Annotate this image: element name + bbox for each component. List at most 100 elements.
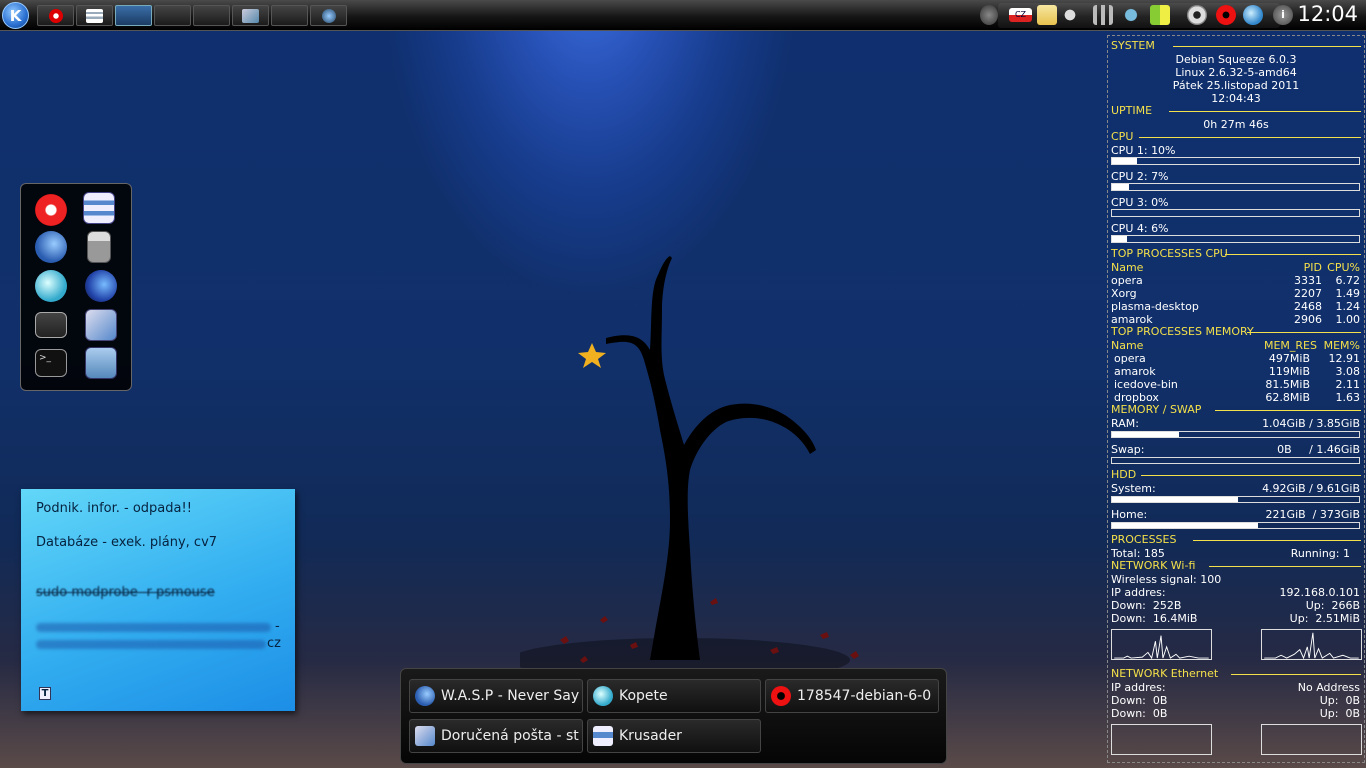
kopete-icon xyxy=(593,686,613,706)
label: IP addres: xyxy=(1111,681,1166,694)
bar-fill xyxy=(1112,523,1258,528)
section-title: CPU xyxy=(1111,130,1134,143)
task-label: W.A.S.P - Never Say xyxy=(441,688,580,704)
file-manager-icon[interactable] xyxy=(85,347,117,379)
divider xyxy=(1225,254,1361,255)
text-format-icon[interactable]: T xyxy=(39,687,51,700)
cpu-2-bar xyxy=(1111,183,1360,191)
amarok-wolf-icon[interactable] xyxy=(35,231,67,263)
tray-arrow-icon[interactable] xyxy=(980,5,998,25)
up-rate: Up: 266B xyxy=(1305,599,1360,612)
divider xyxy=(1215,410,1361,411)
calculator-icon[interactable] xyxy=(87,231,111,263)
icedove-mail-icon[interactable] xyxy=(85,309,117,341)
amarok-icon[interactable] xyxy=(1187,5,1207,25)
section-ethernet: NETWORK Ethernet xyxy=(1111,668,1361,680)
launcher-opera-button[interactable] xyxy=(37,5,74,26)
proc-mem: 119MiB xyxy=(1268,365,1310,378)
konqueror-globe-icon[interactable] xyxy=(85,270,117,302)
proc-name: Xorg xyxy=(1111,287,1137,300)
opera-icon[interactable] xyxy=(35,194,67,226)
wifi-total-row: Down: 16.4MiB Up: 2.51MiB xyxy=(1111,612,1360,625)
clipboard-icon[interactable] xyxy=(1037,5,1057,25)
krusader-icon[interactable] xyxy=(83,192,115,224)
task-kopete[interactable]: Kopete xyxy=(587,679,761,713)
swap-row: Swap: 0B / 1.46GiB xyxy=(1111,443,1360,456)
eth-down-graph xyxy=(1111,724,1212,755)
clock[interactable]: 12:04 xyxy=(1297,2,1358,26)
desktop-pager-1[interactable] xyxy=(115,5,152,26)
label: CPU 2: 7% xyxy=(1111,170,1169,183)
label: IP addres: xyxy=(1111,586,1166,599)
task-opera[interactable]: 178547-debian-6-0 xyxy=(765,679,939,713)
wifi-rate-row: Down: 252B Up: 266B xyxy=(1111,599,1360,612)
cpu-1-bar xyxy=(1111,157,1360,165)
swap-bar xyxy=(1111,457,1360,464)
proc-pid: 2468 xyxy=(1294,300,1322,313)
proc-name: icedove-bin xyxy=(1114,378,1178,391)
uptime-value: 0h 27m 46s xyxy=(1203,118,1269,131)
desktop-pager-6[interactable] xyxy=(310,5,347,26)
wifi-signal: Wireless signal: 100 xyxy=(1111,573,1360,586)
proc-mem-pct: 1.63 xyxy=(1335,391,1361,404)
dropbox-icon[interactable] xyxy=(1121,5,1141,25)
kopete-icon[interactable] xyxy=(35,270,67,302)
sticky-note[interactable]: Podnik. infor. - odpada!! Databáze - exe… xyxy=(21,489,295,711)
task-label: Kopete xyxy=(619,688,668,704)
note-line-1: Podnik. infor. - odpada!! xyxy=(36,501,192,516)
task-amarok[interactable]: W.A.S.P - Never Say xyxy=(409,679,583,713)
section-title: TOP PROCESSES CPU xyxy=(1111,247,1228,260)
network-icon[interactable] xyxy=(1093,5,1113,25)
desktop-pager-3[interactable] xyxy=(193,5,230,26)
section-title: TOP PROCESSES MEMORY xyxy=(1111,325,1254,338)
krusader-icon xyxy=(593,726,613,746)
section-title: NETWORK Ethernet xyxy=(1111,667,1219,680)
cpu-1-label: CPU 1: 10% xyxy=(1111,144,1360,157)
up-total: Up: 2.51MiB xyxy=(1289,612,1360,625)
desktop-pager-4[interactable] xyxy=(232,5,269,26)
proc-mem: 81.5MiB xyxy=(1265,378,1310,391)
proc-pid: 2207 xyxy=(1294,287,1322,300)
proc-cpu: 1.49 xyxy=(1335,287,1361,300)
divider xyxy=(1209,566,1361,567)
bar-fill xyxy=(1112,432,1179,437)
kopete-icon[interactable] xyxy=(1243,5,1263,25)
desktop-pager-5[interactable] xyxy=(271,5,308,26)
task-manager: W.A.S.P - Never Say Kopete 178547-debian… xyxy=(400,668,947,764)
task-krusader[interactable]: Krusader xyxy=(587,719,761,753)
section-cpu: CPU xyxy=(1111,131,1361,143)
eth-ip-row: IP addres: No Address xyxy=(1111,681,1360,694)
cpu-2-label: CPU 2: 7% xyxy=(1111,170,1360,183)
divider xyxy=(1139,137,1361,138)
col-mem-pct: MEM% xyxy=(1323,339,1360,352)
section-top-cpu: TOP PROCESSES CPU xyxy=(1111,248,1361,260)
volume-icon[interactable] xyxy=(1064,5,1084,25)
table-row: opera 3331 6.72 xyxy=(1111,274,1360,287)
keyboard-layout-icon[interactable]: CZ xyxy=(1009,8,1032,22)
launcher-krusader-button[interactable] xyxy=(76,5,113,26)
opera-tray-icon[interactable] xyxy=(1216,5,1236,25)
globe-icon xyxy=(322,9,336,23)
system-monitor-icon[interactable] xyxy=(35,312,67,338)
task-icedove[interactable]: Doručená pošta - st xyxy=(409,719,583,753)
desktop-pager-2[interactable] xyxy=(154,5,191,26)
note-line-5: cz xyxy=(267,636,281,651)
note-redacted-2 xyxy=(36,640,266,649)
proc-mem-pct: 3.08 xyxy=(1335,365,1361,378)
kde-menu-icon[interactable]: K xyxy=(2,2,29,29)
system-distro: Debian Squeeze 6.0.3 xyxy=(1175,53,1297,66)
terminal-icon[interactable]: >_ xyxy=(35,349,67,377)
label: CPU 3: 0% xyxy=(1111,196,1169,209)
top-cpu-header: Name PID CPU% xyxy=(1111,261,1360,274)
info-icon[interactable]: i xyxy=(1273,5,1293,25)
section-memory: MEMORY / SWAP xyxy=(1111,404,1361,416)
bar-fill xyxy=(1112,236,1127,242)
up-rate: Up: 0B xyxy=(1319,694,1360,707)
col-name: Name xyxy=(1111,261,1144,274)
proc-cpu: 1.24 xyxy=(1335,300,1361,313)
down-rate: Down: 0B xyxy=(1111,694,1168,707)
divider xyxy=(1169,111,1361,112)
label: System: xyxy=(1111,482,1156,495)
battery-icon[interactable] xyxy=(1150,5,1170,25)
eth-up-graph xyxy=(1261,724,1362,755)
